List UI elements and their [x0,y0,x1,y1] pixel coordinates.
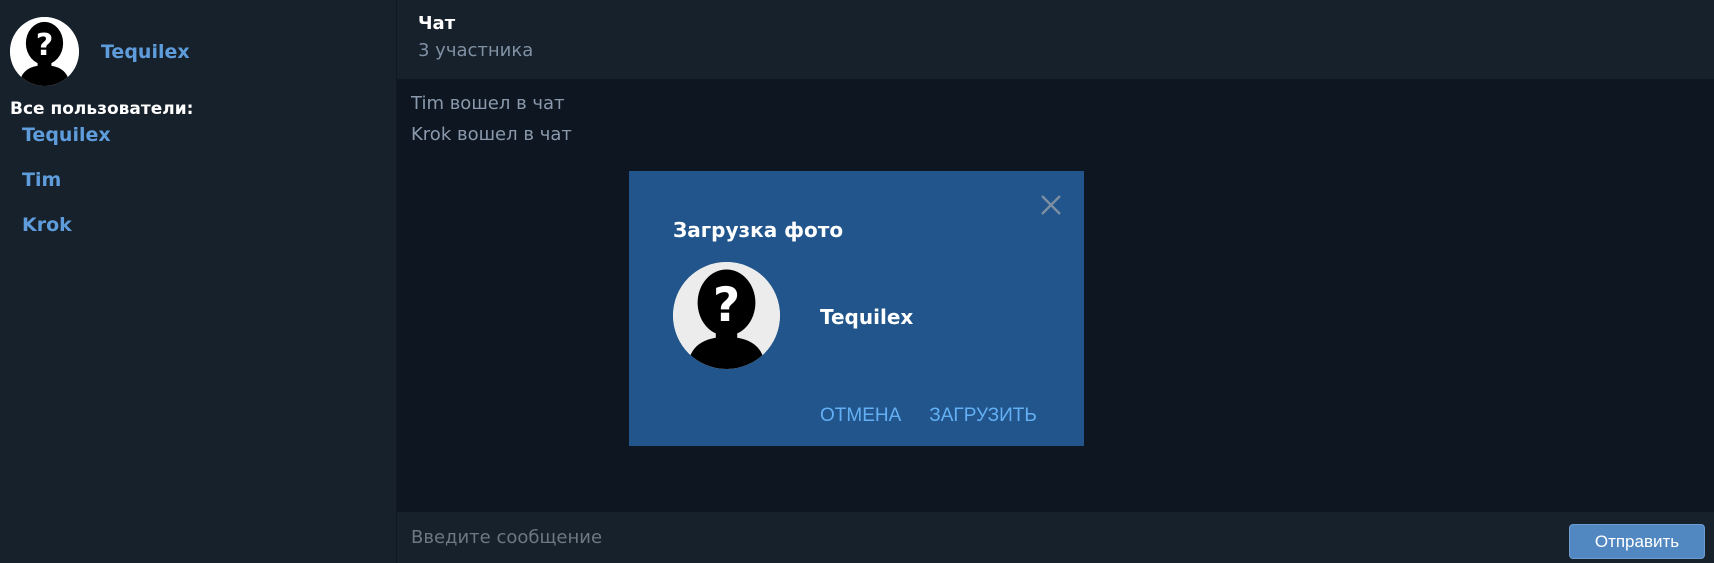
chat-header: Чат 3 участника [397,0,1714,79]
dialog-title: Загрузка фото [673,218,844,242]
profile-name[interactable]: Tequilex [101,41,190,63]
participants-count: 3 участника [418,40,534,61]
system-message: Krok вошел в чат [411,124,572,145]
close-icon[interactable] [1037,191,1065,219]
dialog-username: Tequilex [820,305,914,329]
user-item-tim[interactable]: Tim [22,167,111,212]
unknown-user-icon[interactable]: ? [673,262,780,369]
system-message: Tim вошел в чат [411,93,565,114]
users-heading: Все пользователи: [10,99,194,119]
user-item-tequilex[interactable]: Tequilex [22,122,111,167]
chat-title: Чат [418,13,456,34]
svg-text:?: ? [36,28,54,63]
message-input[interactable] [409,522,1409,552]
unknown-user-icon[interactable]: ? [10,17,79,86]
svg-text:?: ? [713,278,740,333]
user-item-krok[interactable]: Krok [22,212,111,257]
composer: Отправить [397,512,1714,563]
cancel-button[interactable]: ОТМЕНА [820,405,901,427]
upload-button[interactable]: ЗАГРУЗИТЬ [929,405,1037,427]
users-list: Tequilex Tim Krok [22,122,111,257]
sidebar: ? Tequilex Все пользователи: Tequilex Ti… [0,0,397,563]
dialog-actions: ОТМЕНА ЗАГРУЗИТЬ [820,405,1065,427]
current-user-profile[interactable]: ? Tequilex [10,17,190,86]
message-list: Tim вошел в чат Krok вошел в чат [411,92,572,154]
upload-photo-dialog: Загрузка фото ? Tequilex ОТМЕНА ЗАГРУЗИТ… [629,171,1084,446]
send-button[interactable]: Отправить [1569,524,1705,559]
